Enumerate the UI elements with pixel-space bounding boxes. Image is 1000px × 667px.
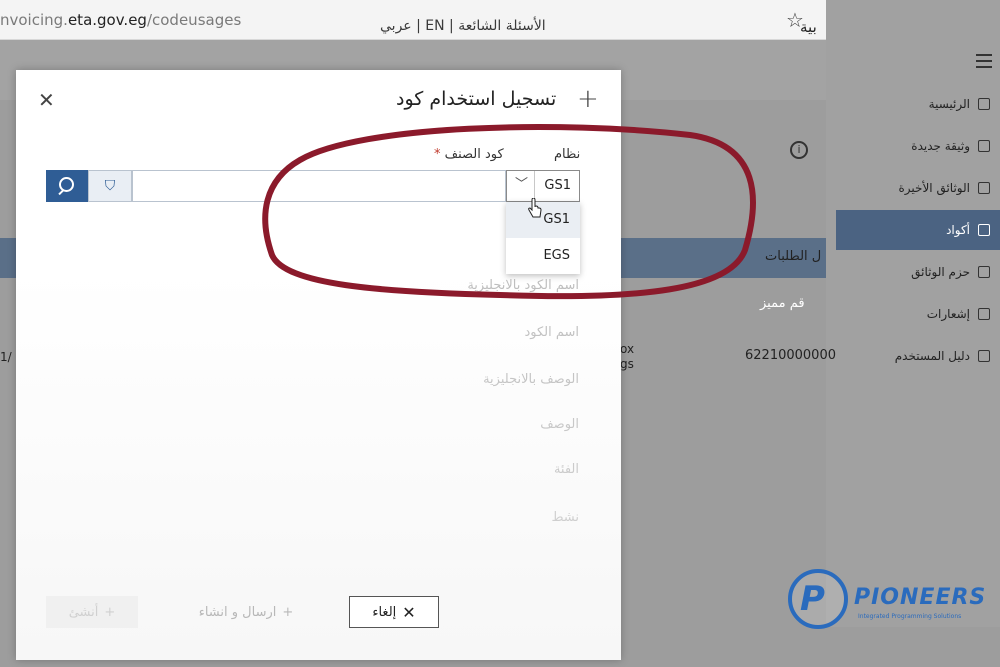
field-label-code-name-en: اسم الكود بالانجليزية (467, 278, 579, 293)
sidebar-item-label: الرئيسية (928, 97, 970, 111)
recent-documents-icon (978, 182, 990, 194)
address-bar[interactable]: nvoicing.eta.gov.eg/codeusages (0, 11, 241, 29)
send-and-create-button[interactable]: + ارسال و انشاء (176, 596, 316, 628)
item-code-label-text: كود الصنف (444, 147, 504, 162)
sidebar-item-label: أكواد (946, 223, 970, 237)
notifications-icon (978, 308, 990, 320)
sidebar-menu-icon[interactable] (976, 54, 992, 68)
plus-icon: + (577, 84, 599, 114)
table-cell-left: 1/ (0, 350, 12, 364)
dropdown-option-egs[interactable]: EGS (506, 238, 580, 274)
table-cell-partial: ox gs (620, 342, 635, 371)
sidebar-item-label: حزم الوثائق (911, 265, 970, 279)
home-icon (978, 98, 990, 110)
field-label-active: نشط (551, 510, 579, 525)
sidebar-item-user-guide[interactable]: دليل المستخدم (836, 336, 1000, 376)
sidebar-item-home[interactable]: الرئيسية (836, 84, 1000, 124)
table-cell-code: 62210000000 (745, 348, 836, 363)
download-icon (978, 266, 990, 278)
field-label-category: الفئة (553, 462, 579, 477)
sidebar-item-document-packages[interactable]: حزم الوثائق (836, 252, 1000, 292)
new-document-icon (978, 140, 990, 152)
user-guide-icon (978, 350, 990, 362)
sidebar-item-label: وثيقة جديدة (911, 139, 970, 153)
logo-tagline: Integrated Programming Solutions (858, 613, 962, 620)
item-code-input[interactable] (132, 170, 506, 202)
item-code-label: * كود الصنف (434, 147, 504, 162)
register-code-usage-dialog: ✕ تسجيل استخدام كود + نظام * كود الصنف ⛉… (16, 70, 621, 660)
plus-icon: + (282, 604, 294, 620)
field-label-description-en: الوصف بالانجليزية (483, 372, 579, 387)
close-icon: ✕ (402, 602, 416, 622)
sidebar-item-label: إشعارات (926, 307, 970, 321)
sidebar-item-recent-documents[interactable]: الوثائق الأخيرة (836, 168, 1000, 208)
required-mark: * (434, 147, 441, 162)
field-label-description: الوصف (540, 417, 579, 432)
create-button[interactable]: + أنشئ (46, 596, 138, 628)
sidebar-item-notifications[interactable]: إشعارات (836, 294, 1000, 334)
sidebar-item-label: الوثائق الأخيرة (898, 181, 970, 195)
filter-icon[interactable]: ⛉ (88, 170, 132, 202)
tab-requests-label[interactable]: ل الطلبات (765, 249, 821, 264)
sidebar-item-label: دليل المستخدم (894, 349, 970, 363)
dialog-title: تسجيل استخدام كود (396, 88, 557, 110)
plus-icon: + (104, 604, 116, 620)
create-label: أنشئ (68, 604, 99, 620)
chevron-down-icon[interactable]: ﹀ (509, 171, 535, 201)
search-button[interactable] (46, 170, 88, 202)
send-and-create-label: ارسال و انشاء (198, 604, 277, 620)
sidebar-item-codes[interactable]: أكواد (836, 210, 1000, 250)
field-label-code-name: اسم الكود (524, 325, 579, 340)
logo-mark: P (800, 579, 825, 619)
column-header: قم مميز (760, 296, 805, 311)
info-icon[interactable]: i (790, 141, 808, 159)
header-title: بية (800, 18, 817, 36)
hand-cursor-icon (528, 198, 542, 218)
codes-icon (978, 224, 990, 236)
cancel-label: إلغاء (372, 604, 397, 620)
pioneers-logo: P PIONEERS Integrated Programming Soluti… (788, 569, 988, 629)
logo-brand: PIONEERS (854, 585, 987, 610)
system-label: نظام (554, 147, 581, 162)
sidebar-item-new-document[interactable]: وثيقة جديدة (836, 126, 1000, 166)
cancel-button[interactable]: ✕ إلغاء (349, 596, 439, 628)
header-links[interactable]: الأسئلة الشائعة | EN | عربي (380, 18, 546, 34)
system-selected-value: GS1 (544, 178, 571, 193)
close-icon[interactable]: ✕ (38, 90, 55, 110)
